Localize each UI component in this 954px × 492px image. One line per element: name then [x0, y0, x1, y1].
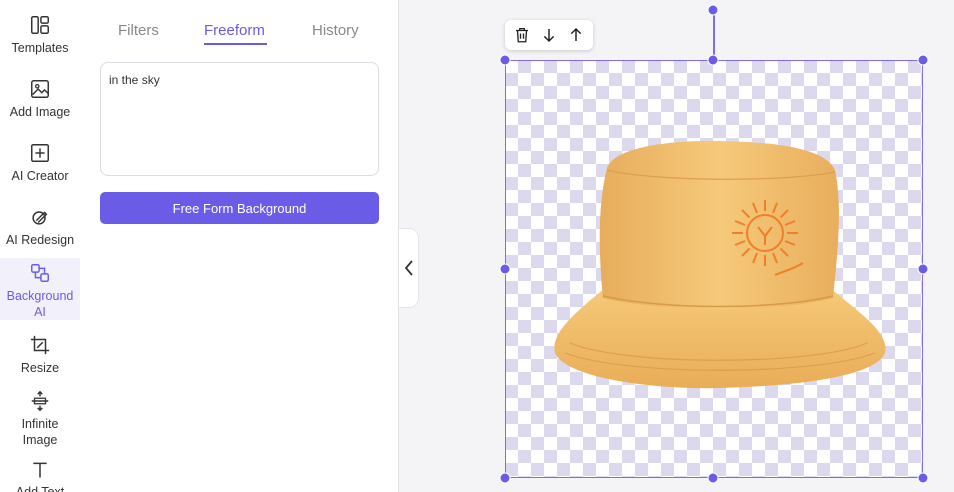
rotate-line — [713, 10, 715, 60]
move-up-icon — [570, 27, 581, 41]
left-sidebar: Templates Add Image AI Creator AI Redesi… — [0, 0, 80, 492]
sidebar-item-label: Templates — [11, 41, 69, 55]
element-toolbar — [505, 20, 593, 50]
sidebar-item-infinite-image[interactable]: Infinite Image — [0, 390, 80, 450]
collapse-panel-button[interactable] — [399, 228, 419, 308]
plus-square-icon — [31, 144, 49, 162]
resize-handle-top[interactable] — [707, 54, 719, 66]
resize-handle-left[interactable] — [499, 263, 511, 275]
sidebar-item-templates[interactable]: Templates — [0, 14, 80, 60]
selection-frame — [505, 60, 923, 478]
sidebar-item-background-ai[interactable]: Background AI — [0, 258, 80, 320]
sidebar-item-label: Add Text — [15, 485, 65, 492]
sidebar-item-label: Add Image — [9, 105, 71, 119]
sidebar-item-resize[interactable]: Resize — [0, 334, 80, 380]
move-backward-button[interactable] — [538, 24, 560, 46]
tab-freeform[interactable]: Freeform — [204, 22, 265, 39]
crop-icon — [30, 335, 50, 355]
resize-handle-bottom-left[interactable] — [499, 472, 511, 484]
delete-button[interactable] — [511, 24, 533, 46]
resize-handle-top-right[interactable] — [917, 54, 929, 66]
sidebar-item-add-text[interactable]: Add Text — [0, 460, 80, 492]
move-forward-button[interactable] — [565, 24, 587, 46]
move-down-icon — [543, 29, 555, 43]
sidebar-item-label: Infinite Image — [21, 417, 59, 447]
text-icon — [33, 462, 47, 478]
resize-handle-bottom-right[interactable] — [917, 472, 929, 484]
active-tab-indicator — [204, 43, 267, 45]
sidebar-item-label: Background AI — [6, 289, 74, 319]
sidebar-item-label: AI Creator — [11, 169, 69, 183]
free-form-background-button[interactable]: Free Form Background — [100, 192, 379, 224]
rotate-handle[interactable] — [707, 4, 719, 16]
expand-vertical-icon — [31, 390, 49, 412]
templates-icon — [31, 16, 49, 34]
sidebar-item-label: Resize — [20, 361, 60, 375]
resize-handle-top-left[interactable] — [499, 54, 511, 66]
resize-handle-bottom[interactable] — [707, 472, 719, 484]
resize-handle-right[interactable] — [917, 263, 929, 275]
background-layers-icon — [31, 264, 49, 282]
brush-icon — [32, 211, 48, 225]
trash-icon — [516, 27, 529, 43]
background-ai-panel: Filters Freeform History in the sky Free… — [80, 0, 399, 492]
tab-history[interactable]: History — [312, 22, 359, 39]
sidebar-item-ai-creator[interactable]: AI Creator — [0, 142, 80, 188]
sidebar-item-add-image[interactable]: Add Image — [0, 78, 80, 124]
sidebar-item-label: AI Redesign — [5, 233, 75, 247]
freeform-prompt-input[interactable]: in the sky — [100, 62, 379, 176]
tab-filters[interactable]: Filters — [118, 22, 159, 39]
image-icon — [31, 80, 49, 98]
sidebar-item-ai-redesign[interactable]: AI Redesign — [0, 206, 80, 252]
chevron-left-icon — [404, 260, 413, 276]
